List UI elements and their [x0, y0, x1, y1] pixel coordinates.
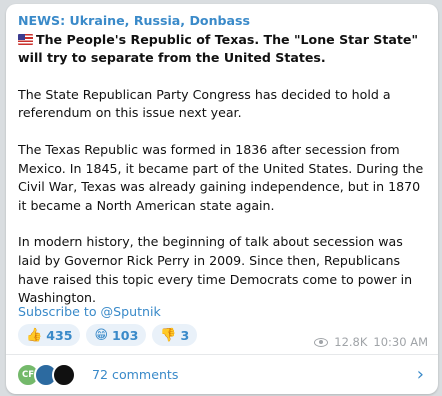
timestamp: 10:30 AM	[373, 335, 428, 349]
reaction-thumbs-down[interactable]: 👎 3	[152, 324, 198, 346]
reaction-grin[interactable]: 😁 103	[86, 324, 147, 346]
subscribe-link[interactable]: Subscribe to @Sputnik	[18, 304, 161, 319]
comments-button[interactable]: CF 72 comments ›	[6, 355, 438, 394]
reaction-count: 435	[46, 327, 73, 343]
reaction-count: 3	[180, 327, 190, 343]
avatar	[52, 362, 76, 387]
paragraph-2: The Texas Republic was formed in 1836 af…	[18, 141, 424, 213]
reactions-bar: 👍 435 😁 103 👎 3	[18, 324, 198, 346]
message-body: NEWS: Ukraine, Russia, Donbass The Peopl…	[18, 12, 428, 326]
headline: The People's Republic of Texas. The "Lon…	[18, 31, 418, 66]
commenter-avatars: CF	[16, 362, 82, 387]
us-flag-icon	[18, 33, 33, 45]
paragraph-3: In modern history, the beginning of talk…	[18, 234, 413, 306]
channel-title[interactable]: NEWS: Ukraine, Russia, Donbass	[18, 12, 428, 31]
headline-paragraph: The People's Republic of Texas. The "Lon…	[18, 31, 428, 68]
eye-icon	[314, 337, 329, 347]
view-count: 12.8K	[334, 335, 368, 349]
grin-icon: 😁	[94, 327, 109, 343]
thumbs-up-icon: 👍	[26, 327, 43, 343]
paragraph-1: The State Republican Party Congress has …	[18, 86, 391, 121]
message-meta: 12.8K 10:30 AM	[314, 335, 428, 349]
comments-label: 72 comments	[92, 367, 179, 382]
chevron-right-icon: ›	[416, 363, 424, 385]
reaction-thumbs-up[interactable]: 👍 435	[18, 324, 81, 346]
reaction-count: 103	[112, 327, 139, 343]
thumbs-down-icon: 👎	[160, 327, 177, 343]
message-card: NEWS: Ukraine, Russia, Donbass The Peopl…	[6, 4, 438, 394]
